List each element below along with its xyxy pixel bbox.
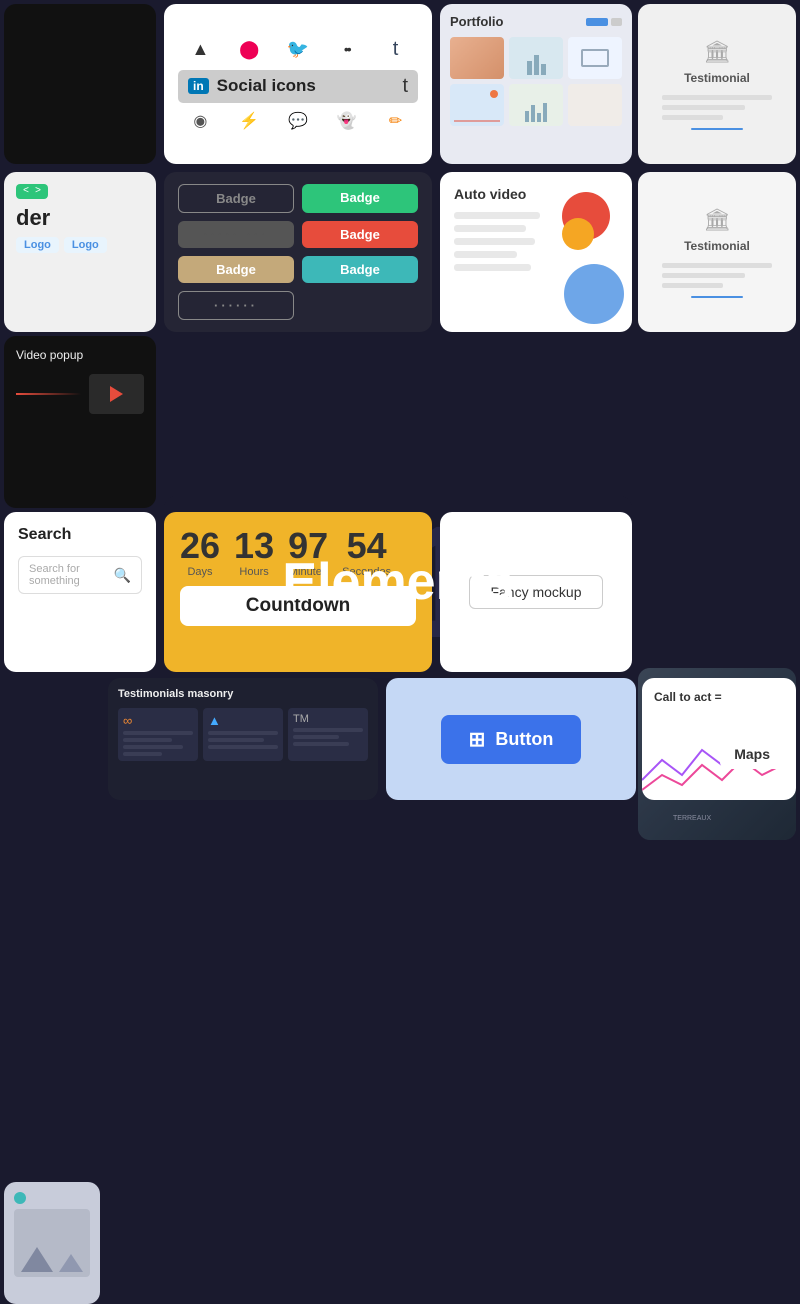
icon-arch: ▲ [178,38,223,61]
logo-badge-2-abs: Logo [64,237,107,253]
badge-outline-abs[interactable]: Badge [178,184,294,213]
main-layout: ▲ ⬤ 🐦 •• t in Social icons t ◉ ⚡ 💬 👻 ✏ P… [0,0,800,805]
slider-card-abs: < > der Logo Logo [4,172,156,332]
search-card: Search Search for something 🔍 [4,512,156,672]
yellow-circle [562,218,594,250]
play-icon-abs [110,386,123,402]
testimonial-icon-abs: 🏛 [703,39,731,65]
demo-button[interactable]: ⊞ Button [441,715,582,764]
video-timeline [16,393,81,395]
button-icon: ⊞ [469,727,486,752]
badge-red-abs[interactable]: Badge [302,221,418,248]
testimonial2-icon: 🏛 [703,207,731,233]
video-popup-card-abs: Video popup [4,336,156,508]
auto-video-title-abs: Auto video [454,186,526,202]
elements-main-title: Elements [282,552,513,612]
countdown-hours: 13 [234,528,274,564]
masonry-icon-3: TM [293,713,363,725]
testimonial-label-abs: Testimonial [684,71,750,85]
icon-blogger: ✏ [373,111,418,131]
linkedin-badge: in [188,78,209,94]
badge-teal-abs[interactable]: Badge [302,256,418,283]
social-icons-card-abs: ▲ ⬤ 🐦 •• t in Social icons t ◉ ⚡ 💬 👻 ✏ [164,4,432,164]
testimonials-masonry-card: Testimonials masonry ∞ ▲ TM [108,678,378,800]
icon-dribbble: ⬤ [227,38,272,61]
masonry-icon-2: ▲ [208,713,278,728]
icon-tumblr: t [373,38,418,61]
social-icons-title: Social icons [217,76,316,96]
mountain1 [21,1247,53,1272]
search-placeholder: Search for something [29,563,108,587]
mountain2 [59,1254,83,1272]
button-label: Button [495,729,553,750]
badge-dots2-abs[interactable]: ······ [178,291,294,320]
badges-card-abs: Badge Badge ····· ··· Badge Badge Badge … [164,172,432,332]
maps-label-abs: Maps [720,739,784,769]
code-badge-abs: < > [16,184,48,199]
tumblr-end-icon: t [402,75,408,98]
teal-dot [14,1192,26,1204]
testimonial-card-abs: 🏛 Testimonial [638,4,796,164]
blue-circle [564,264,624,324]
logo-badge-1-abs: Logo [16,237,59,253]
badge-dots-abs[interactable]: ····· ··· [178,221,294,248]
testimonial-full-card-abs: 🏛 Testimonial [638,172,796,332]
masonry-icon-1: ∞ [123,713,193,728]
badge-green-abs[interactable]: Badge [302,184,418,213]
portfolio-card-abs: Portfolio [440,4,632,164]
dark-video-card [4,4,156,164]
search-title: Search [18,526,71,544]
search-input-wrapper[interactable]: Search for something 🔍 [18,556,142,594]
slider-header: der [16,205,50,231]
landscape-card-abs [4,1182,100,1304]
search-icon: 🔍 [114,567,131,584]
icon-twitter: 🐦 [276,38,321,61]
countdown-days-label: Days [187,566,212,578]
countdown-days: 26 [180,528,220,564]
testimonials-masonry-title: Testimonials masonry [118,688,233,700]
maps-text4: TERREAUX [673,815,711,822]
call-to-act-title: Call to act = [654,690,722,704]
video-thumb[interactable] [89,374,144,414]
icon-snapchat: 👻 [324,111,369,131]
icon-deviantart: ⚡ [227,111,272,131]
icon-whatsapp: 💬 [276,111,321,131]
auto-video-card-abs: Auto video [440,172,632,332]
button-demo-card: ⊞ Button [386,678,636,800]
icon-flickr: •• [324,38,369,61]
icon-chrome: ◉ [178,111,223,131]
badge-tan-abs[interactable]: Badge [178,256,294,283]
testimonial2-label: Testimonial [684,239,750,253]
portfolio-title-abs: Portfolio [450,14,503,29]
video-popup-label-abs: Video popup [16,348,83,362]
countdown-hours-label: Hours [239,566,268,578]
